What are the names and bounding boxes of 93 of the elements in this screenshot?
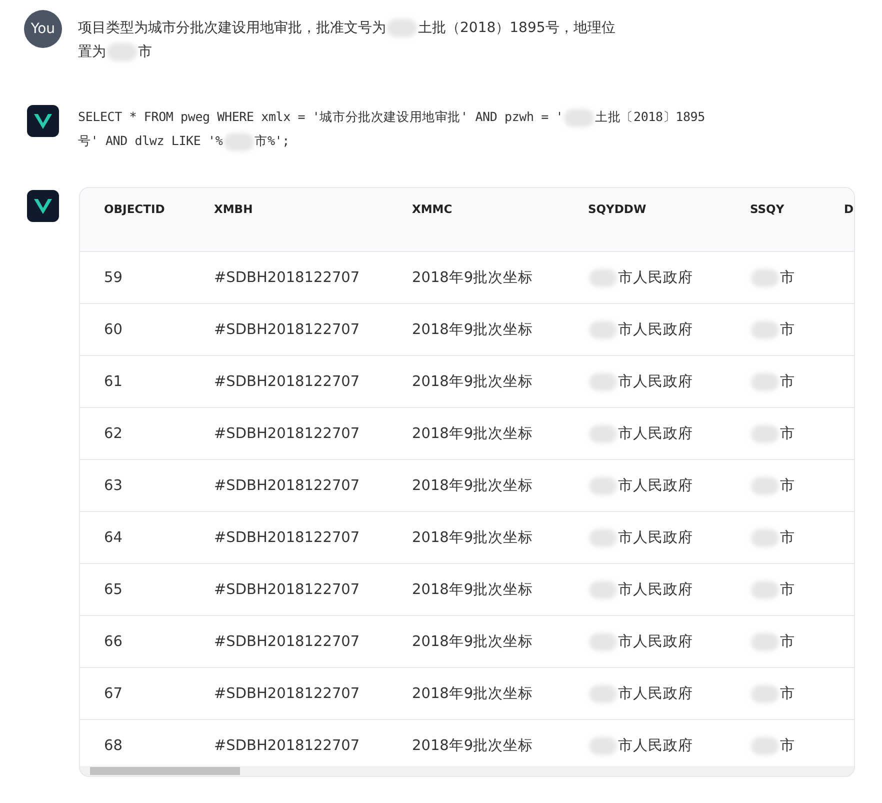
table-cell-text: 市人民政府 [618,424,693,443]
table-cell-text: #SDBH2018122707 [214,426,361,442]
blurred-text [589,632,617,650]
table-cell-text: 2018年9批次坐标 [412,269,534,287]
blurred-text [751,372,779,390]
blurred-text [751,528,779,546]
table-cell-text: #SDBH2018122707 [214,686,361,702]
blurred-text [751,268,779,286]
message-text: 土批（2018）1895号，地理位 [418,20,616,36]
table-cell-text: 市人民政府 [618,320,693,339]
blurred-text [751,736,779,754]
bot-logo-icon [27,189,59,223]
table-cell-text: 2018年9批次坐标 [412,477,534,495]
table-cell-text: 59 [103,270,124,286]
column-header: XMBH [214,202,254,216]
table-cell-text: 市人民政府 [618,736,693,755]
table-cell-text: 62 [103,426,124,442]
table-cell-text: 2018年9批次坐标 [412,373,534,391]
table-cell-text: 66 [103,634,124,650]
blurred-text [589,736,617,754]
table-cell-text: #SDBH2018122707 [214,322,361,338]
sql-text: 土批〔2018〕1895 [595,109,705,124]
blurred-text [751,580,779,598]
blurred-text [751,476,779,494]
blurred-text [751,632,779,650]
table-cell-text: 67 [103,686,124,702]
table-cell-text: 63 [103,478,124,494]
table-cell-text: #SDBH2018122707 [214,530,361,546]
column-header: SSQY [750,202,786,216]
table-cell-text: 市人民政府 [618,528,693,547]
blurred-text [589,372,617,390]
table-cell-text: 2018年9批次坐标 [412,737,534,755]
table-cell-text: 市 [780,320,795,339]
table-cell-text: 市 [780,736,795,755]
table-cell-text: 市 [780,528,795,547]
table-cell-text: 市 [780,580,795,599]
table-cell-text: 2018年9批次坐标 [412,581,534,599]
user-avatar: You [24,10,62,48]
sql-text: SELECT * FROM pweg WHERE xmlx = '城市分批次建设用地审批' AND pzwh = ' [78,109,564,124]
table-cell-text: #SDBH2018122707 [214,478,361,494]
blurred-text [751,684,779,702]
message-text: 市 [138,44,152,60]
table-cell-text: #SDBH2018122707 [214,270,361,286]
table-cell-text: 市人民政府 [618,632,693,651]
blurred-text [387,19,417,38]
table-cell-text: 市 [780,424,795,443]
blurred-text [107,43,137,62]
table-cell-text: 64 [103,530,124,546]
sql-text: 号' AND dlwz LIKE '% [78,133,223,148]
table-cell-text: 市 [780,684,795,703]
bot-logo-icon [27,104,59,138]
table-cell-text: 2018年9批次坐标 [412,321,534,339]
blurred-text [589,580,617,598]
table-cell-text: 2018年9批次坐标 [412,633,534,651]
table-cell-text: 市人民政府 [618,268,693,287]
column-header: XMMC [412,202,454,216]
scrollbar-thumb[interactable] [90,767,240,775]
table-cell-text: #SDBH2018122707 [214,738,361,754]
table-cell-text: 61 [103,374,124,390]
table-cell-text: #SDBH2018122707 [214,582,361,598]
table-cell-text: 市 [780,632,795,651]
column-header: SQYDDW [588,202,648,216]
blurred-text [589,528,617,546]
horizontal-scrollbar[interactable] [80,766,854,776]
table-cell-text: 市人民政府 [618,580,693,599]
table-cell-text: 60 [103,322,124,338]
table-cell-text: 2018年9批次坐标 [412,685,534,703]
blurred-text [224,132,254,151]
table-cell-text: 市 [780,372,795,391]
table-cell-text: #SDBH2018122707 [214,634,361,650]
blurred-text [589,424,617,442]
table-cell-text: 市 [780,268,795,287]
blurred-text [589,684,617,702]
table-cell-text: 市 [780,476,795,495]
column-header: D [844,202,854,216]
message-text: 置为 [78,44,106,60]
blurred-text [751,424,779,442]
table-cell-text: 市人民政府 [618,476,693,495]
sql-text: 市%'; [254,133,290,148]
blurred-text [589,268,617,286]
column-header: OBJECTID [103,202,166,216]
message-text: 项目类型为城市分批次建设用地审批，批准文号为 [78,20,386,36]
blurred-text [589,320,617,338]
table-cell-text: 市人民政府 [618,372,693,391]
blurred-text [589,476,617,494]
blurred-text [564,108,594,127]
table-cell-text: 2018年9批次坐标 [412,425,534,443]
table-cell-text: 市人民政府 [618,684,693,703]
table-cell-text: 2018年9批次坐标 [412,529,534,547]
table-cell-text: 68 [103,738,124,754]
table-cell-text: 65 [103,582,124,598]
blurred-text [751,320,779,338]
table-cell-text: #SDBH2018122707 [214,374,361,390]
